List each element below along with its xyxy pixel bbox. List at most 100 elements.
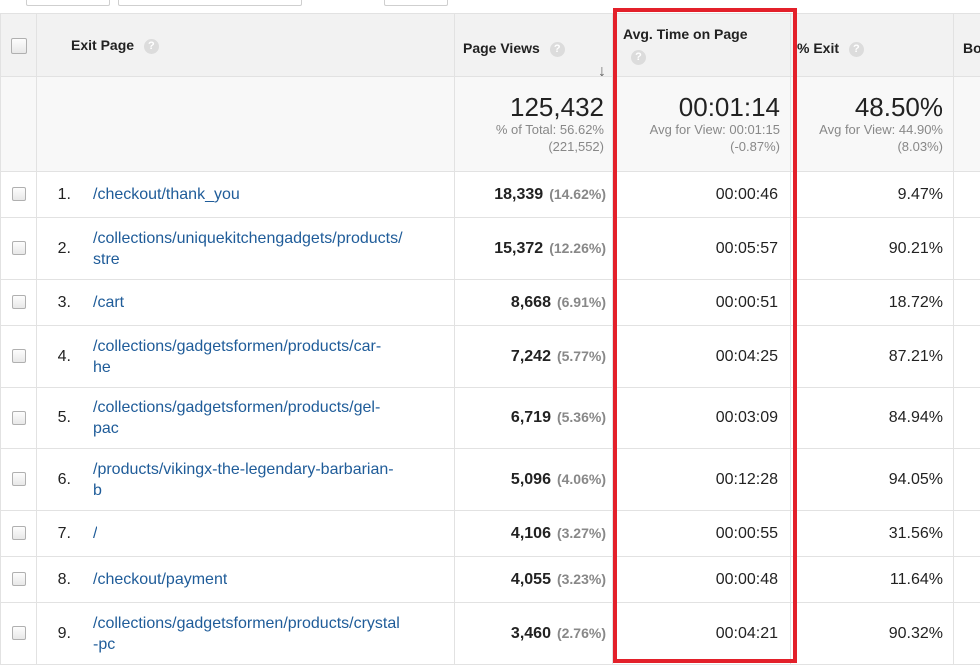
col-exit-pct[interactable]: % Exit ? [791, 14, 954, 77]
table-row[interactable]: 6./products/vikingx-the-legendary-barbar… [1, 449, 980, 511]
row-bounce [954, 326, 980, 388]
row-avg-time: 00:00:46 [613, 172, 791, 218]
exit-page-link[interactable]: /products/vikingx-the-legendary-barbaria… [93, 459, 394, 501]
col-avg-time[interactable]: Avg. Time on Page ? [613, 14, 791, 77]
row-exit-pct: 31.56% [791, 511, 954, 557]
toolbar-button[interactable] [384, 0, 448, 6]
help-icon[interactable]: ? [144, 39, 159, 54]
row-checkbox[interactable] [12, 411, 26, 425]
help-icon[interactable]: ? [849, 42, 864, 57]
totals-avg-time: 00:01:14 Avg for View: 00:01:15 (-0.87%) [613, 77, 791, 172]
row-checkbox[interactable] [12, 187, 26, 201]
row-exit-page-cell: 9./collections/gadgetsformen/products/cr… [37, 603, 455, 665]
row-page-views-cell: 18,339(14.62%) [455, 172, 613, 218]
sort-desc-icon[interactable]: ↓ [598, 38, 606, 77]
row-exit-page-cell: 5./collections/gadgetsformen/products/ge… [37, 388, 455, 449]
table-row[interactable]: 8./checkout/payment4,055(3.23%)00:00:481… [1, 557, 980, 603]
row-bounce [954, 511, 980, 557]
toolbar-button[interactable] [26, 0, 110, 6]
table-row[interactable]: 3./cart8,668(6.91%)00:00:5118.72% [1, 280, 980, 326]
total-exit-view: Avg for View: 44.90% [791, 121, 953, 138]
row-page-views-cell: 15,372(12.26%) [455, 218, 613, 280]
row-checkbox[interactable] [12, 241, 26, 255]
row-checkbox[interactable] [12, 626, 26, 640]
row-page-views-cell: 5,096(4.06%) [455, 449, 613, 511]
row-exit-pct: 94.05% [791, 449, 954, 511]
row-checkbox[interactable] [12, 572, 26, 586]
col-bounce[interactable]: Bo [954, 14, 980, 77]
row-checkbox[interactable] [12, 526, 26, 540]
row-bounce [954, 449, 980, 511]
row-index: 9. [37, 625, 93, 643]
row-select-cell [1, 511, 37, 557]
row-exit-page-cell: 1./checkout/thank_you [37, 172, 455, 218]
row-exit-pct: 84.94% [791, 388, 954, 449]
exit-page-link-line2: stre [93, 249, 403, 270]
row-select-cell [1, 603, 37, 665]
row-checkbox[interactable] [12, 472, 26, 486]
row-select-cell [1, 218, 37, 280]
row-page-views-pct: (4.06%) [557, 471, 606, 487]
exit-page-link[interactable]: /checkout/payment [93, 569, 227, 590]
select-all-checkbox[interactable] [11, 38, 27, 54]
row-page-views-pct: (5.77%) [557, 348, 606, 364]
row-index: 5. [37, 409, 93, 427]
exit-page-link[interactable]: /collections/gadgetsformen/products/crys… [93, 613, 400, 655]
toolbar-button[interactable] [118, 0, 302, 6]
row-exit-page-cell: 2./collections/uniquekitchengadgets/prod… [37, 218, 455, 280]
table-row[interactable]: 1./checkout/thank_you18,339(14.62%)00:00… [1, 172, 980, 218]
row-avg-time: 00:00:48 [613, 557, 791, 603]
exit-page-link-line1: /collections/uniquekitchengadgets/produc… [93, 228, 403, 249]
row-avg-time: 00:04:25 [613, 326, 791, 388]
row-bounce [954, 557, 980, 603]
exit-page-link[interactable]: / [93, 523, 97, 544]
row-index: 3. [37, 294, 93, 312]
row-index: 7. [37, 525, 93, 543]
col-exit-page-label: Exit Page [71, 37, 134, 53]
help-icon[interactable]: ? [631, 50, 646, 65]
row-index: 8. [37, 571, 93, 589]
totals-page-views: 125,432 % of Total: 56.62% (221,552) [455, 77, 613, 172]
row-bounce [954, 172, 980, 218]
top-toolbar [0, 0, 980, 14]
exit-page-link[interactable]: /cart [93, 292, 124, 313]
row-page-views-pct: (5.36%) [557, 409, 606, 425]
row-checkbox[interactable] [12, 349, 26, 363]
totals-exit: 48.50% Avg for View: 44.90% (8.03%) [791, 77, 954, 172]
table-row[interactable]: 9./collections/gadgetsformen/products/cr… [1, 603, 980, 665]
row-exit-page-cell: 6./products/vikingx-the-legendary-barbar… [37, 449, 455, 511]
row-avg-time: 00:05:57 [613, 218, 791, 280]
row-checkbox[interactable] [12, 295, 26, 309]
row-select-cell [1, 172, 37, 218]
row-bounce [954, 218, 980, 280]
col-exit-page[interactable]: Exit Page ? [37, 14, 455, 77]
row-exit-page-cell: 8./checkout/payment [37, 557, 455, 603]
table-row[interactable]: 7./4,106(3.27%)00:00:5531.56% [1, 511, 980, 557]
row-exit-pct: 11.64% [791, 557, 954, 603]
table-row[interactable]: 4./collections/gadgetsformen/products/ca… [1, 326, 980, 388]
row-exit-page-cell: 7./ [37, 511, 455, 557]
table-row[interactable]: 2./collections/uniquekitchengadgets/prod… [1, 218, 980, 280]
row-page-views-pct: (2.76%) [557, 625, 606, 641]
exit-page-link-line1: /collections/gadgetsformen/products/crys… [93, 613, 400, 634]
row-page-views: 4,106 [511, 525, 551, 542]
row-exit-pct: 18.72% [791, 280, 954, 326]
table-row[interactable]: 5./collections/gadgetsformen/products/ge… [1, 388, 980, 449]
row-index: 2. [37, 240, 93, 258]
exit-page-link[interactable]: /collections/gadgetsformen/products/gel-… [93, 397, 380, 439]
row-page-views: 6,719 [511, 409, 551, 426]
total-exit-delta: (8.03%) [791, 138, 953, 155]
row-index: 1. [37, 186, 93, 204]
exit-page-link[interactable]: /collections/uniquekitchengadgets/produc… [93, 228, 403, 270]
row-select-cell [1, 326, 37, 388]
exit-page-link[interactable]: /collections/gadgetsformen/products/car-… [93, 336, 381, 378]
exit-page-link-line1: /collections/gadgetsformen/products/gel- [93, 397, 380, 418]
exit-page-link-line2: -pc [93, 634, 400, 655]
help-icon[interactable]: ? [550, 42, 565, 57]
col-page-views[interactable]: Page Views ? ↓ [455, 14, 613, 77]
col-avg-time-label: Avg. Time on Page [623, 26, 747, 42]
exit-page-link[interactable]: /checkout/thank_you [93, 184, 240, 205]
row-page-views: 15,372 [494, 240, 543, 257]
row-exit-pct: 87.21% [791, 326, 954, 388]
row-avg-time: 00:00:55 [613, 511, 791, 557]
